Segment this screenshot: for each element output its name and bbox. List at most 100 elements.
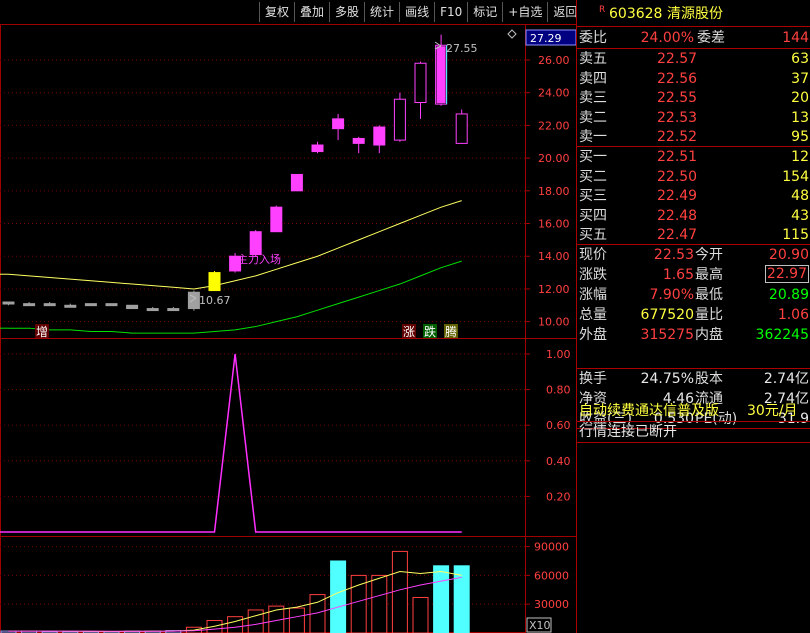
quote-value-2: 362245: [755, 327, 809, 343]
buy-label: 买四: [579, 207, 607, 224]
price-tick-label: 22.00: [538, 119, 570, 132]
connection-status: 行情连接已断开: [579, 424, 677, 440]
chart-area[interactable]: 26.00 24.00 22.00 20.00 18.00 16.00 14.00 12.00…: [0, 0, 576, 633]
indicator-tick-label: 0.40: [546, 455, 571, 468]
volume-multiplier: X10: [529, 619, 551, 632]
buy-row-3[interactable]: 买四 22.48 43: [577, 206, 810, 226]
sell-label: 卖一: [579, 129, 607, 145]
quote-row-2: 涨幅 7.90% 最低 20.89: [577, 285, 810, 305]
sell-volume: 37: [791, 70, 809, 87]
stock-flag: R: [599, 5, 606, 15]
sell-label: 卖二: [579, 109, 607, 126]
marker-die: 跌: [424, 324, 436, 339]
volume-bar: [350, 574, 367, 633]
fund-value: 24.75%: [640, 371, 694, 387]
ad-row[interactable]: 自动续费通达信普及版 30元/月: [577, 401, 810, 421]
price-tick-label: 24.00: [538, 87, 570, 100]
quote-value: 315275: [640, 327, 694, 343]
indicator-tick-label: 0.20: [546, 490, 571, 503]
sell-row-0[interactable]: 卖五 22.57 63: [577, 49, 810, 69]
ma-yellow-line: [8, 200, 462, 290]
volume-tick-label: 90000: [534, 541, 569, 554]
indicator-tick-label: 0.80: [546, 384, 571, 397]
indicator-line: [0, 353, 462, 533]
candle-body: [393, 98, 406, 141]
volume-bar: [453, 565, 470, 633]
buy-price: 22.47: [657, 227, 698, 243]
sep-header: [577, 26, 810, 27]
sell-volume: 13: [791, 109, 809, 126]
sep-status: [577, 442, 810, 443]
current-price-label: 27.29: [530, 32, 562, 45]
quote-value: 1.65: [662, 267, 694, 283]
buy-row-2[interactable]: 买三 22.49 48: [577, 186, 810, 206]
diamond-icon[interactable]: [507, 29, 517, 39]
buy-volume: 12: [791, 149, 809, 165]
candle-body: [352, 137, 365, 144]
quote-label-2: 最高: [695, 267, 723, 283]
buy-row-1[interactable]: 买二 22.50 154: [577, 167, 810, 187]
quote-label: 涨跌: [579, 267, 607, 283]
candle-body: [64, 304, 77, 308]
buy-volume: 154: [782, 168, 809, 185]
stock-header: R 603628 清源股份: [577, 4, 810, 24]
quote-label-2: 最低: [695, 287, 723, 303]
indicator-tick-label: 1.00: [546, 348, 571, 361]
candle-body: [23, 303, 36, 307]
high-price-annotation: 27.55: [446, 42, 478, 55]
fund-row-0: 换手 24.75% 股本 2.74亿: [577, 369, 810, 389]
candle-body: [249, 231, 262, 256]
sell-row-4[interactable]: 卖一 22.52 95: [577, 127, 810, 147]
price-tick-label: 26.00: [538, 54, 570, 67]
ad-price[interactable]: 30元/月: [747, 401, 798, 421]
sell-row-1[interactable]: 卖四 22.56 37: [577, 69, 810, 89]
sell-label: 卖三: [579, 90, 607, 106]
stock-code: 603628: [609, 6, 663, 22]
candle-body: [105, 303, 118, 307]
indicator-pane-border: [0, 338, 526, 537]
candle-body: [332, 118, 345, 130]
sell-row-3[interactable]: 卖二 22.53 13: [577, 108, 810, 128]
diff-value: 144: [782, 30, 809, 46]
quote-value-2: 20.89: [768, 287, 809, 303]
buy-volume: 48: [791, 188, 809, 204]
quote-row-1: 涨跌 1.65 最高 22.97: [577, 265, 810, 285]
status-row: 行情连接已断开: [577, 422, 810, 442]
sell-price: 22.57: [657, 51, 698, 67]
candle-body: [2, 301, 15, 305]
candle-body: [290, 173, 303, 192]
ad-text[interactable]: 自动续费通达信普及版: [579, 401, 719, 421]
marker-zeng: 增: [36, 325, 48, 339]
candle-body: [455, 113, 468, 144]
quote-value-2: 1.06: [777, 307, 809, 323]
marker-zhang: 涨: [403, 324, 415, 339]
sell-price: 22.53: [657, 109, 698, 126]
candle-body: [146, 308, 159, 312]
price-tick-label: 12.00: [538, 283, 570, 296]
volume-tick-label: 30000: [534, 598, 569, 611]
sell-row-2[interactable]: 卖三 22.55 20: [577, 88, 810, 108]
quote-value: 22.53: [653, 247, 694, 263]
ratio-value: 24.00%: [640, 30, 694, 46]
buy-price: 22.49: [657, 188, 698, 204]
price-tick-label: 16.00: [538, 218, 570, 231]
indicator-tick-label: 0.60: [546, 419, 571, 432]
buy-row-0[interactable]: 买一 22.51 12: [577, 147, 810, 167]
quote-value-2: 22.97: [764, 265, 809, 283]
sell-volume: 20: [791, 90, 809, 106]
candle-body: [84, 303, 97, 307]
buy-row-4[interactable]: 买五 22.47 115: [577, 225, 810, 245]
fund-value-2: 2.74亿: [763, 371, 809, 387]
quote-label: 总量: [579, 307, 607, 323]
quote-row-3: 总量 677520 量比 1.06: [577, 305, 810, 325]
volume-bar: [330, 560, 347, 633]
quote-label: 涨幅: [579, 287, 607, 303]
quote-panel: R 603628 清源股份 委比 24.00% 委差 144 卖五 22.57 63…: [576, 0, 810, 633]
quote-label-2: 今开: [695, 247, 723, 263]
marker-teng: 腾: [445, 324, 457, 339]
price-tick-label: 14.00: [538, 250, 570, 263]
quote-row-4: 外盘 315275 内盘 362245: [577, 325, 810, 345]
ratio-label: 委比: [579, 30, 607, 46]
buy-label: 买三: [579, 188, 607, 204]
ratio-row: 委比 24.00% 委差 144: [577, 28, 810, 48]
